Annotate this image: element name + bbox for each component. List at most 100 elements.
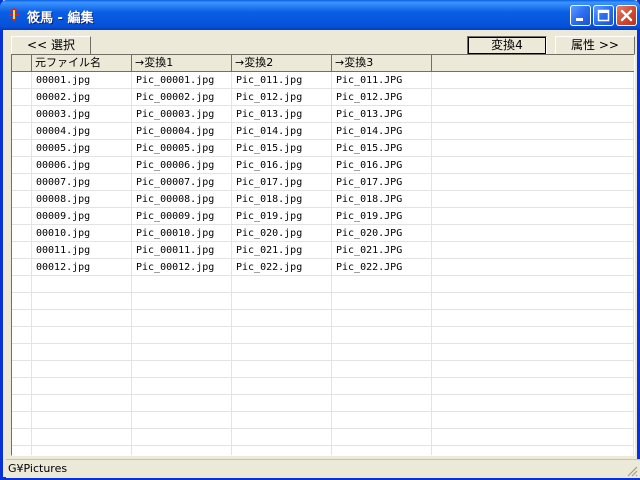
table-row[interactable] — [12, 446, 634, 455]
table-row[interactable]: 00005.jpg Pic_00005.jpg Pic_015.jpg Pic_015… — [12, 140, 634, 157]
table-cell[interactable]: Pic_00010.jpg — [132, 225, 232, 242]
title-bar[interactable]: 筱馬 - 編集 — [0, 0, 640, 30]
table-cell[interactable]: Pic_018.jpg — [232, 191, 332, 208]
table-cell[interactable]: 00003.jpg — [32, 106, 132, 123]
table-cell[interactable]: 00007.jpg — [32, 174, 132, 191]
table-row[interactable]: 00007.jpg Pic_00007.jpg Pic_017.jpg Pic_017… — [12, 174, 634, 191]
table-cell[interactable]: Pic_011.jpg — [232, 72, 332, 89]
table-row[interactable]: 00002.jpg Pic_00002.jpg Pic_012.jpg Pic_012… — [12, 89, 634, 106]
table-cell-empty[interactable] — [432, 446, 634, 455]
table-cell-empty[interactable] — [232, 310, 332, 327]
table-cell-empty[interactable] — [232, 412, 332, 429]
table-cell[interactable]: Pic_00003.jpg — [132, 106, 232, 123]
table-cell[interactable]: Pic_016.JPG — [332, 157, 432, 174]
table-cell-empty[interactable] — [332, 412, 432, 429]
table-cell-empty[interactable] — [132, 395, 232, 412]
table-cell[interactable]: Pic_00006.jpg — [132, 157, 232, 174]
table-row[interactable]: 00009.jpg Pic_00009.jpg Pic_019.jpg Pic_019… — [12, 208, 634, 225]
table-row[interactable] — [12, 310, 634, 327]
column-header-original-name[interactable]: 元ファイル名 — [32, 55, 132, 71]
table-cell[interactable]: Pic_018.JPG — [332, 191, 432, 208]
table-cell-empty[interactable] — [232, 378, 332, 395]
table-cell[interactable]: Pic_011.JPG — [332, 72, 432, 89]
table-cell[interactable]: Pic_00012.jpg — [132, 259, 232, 276]
table-cell-empty[interactable] — [432, 208, 634, 225]
table-cell[interactable]: Pic_00001.jpg — [132, 72, 232, 89]
table-cell[interactable]: Pic_014.JPG — [332, 123, 432, 140]
table-cell[interactable]: Pic_013.JPG — [332, 106, 432, 123]
table-cell-empty[interactable] — [432, 327, 634, 344]
table-row[interactable]: 00006.jpg Pic_00006.jpg Pic_016.jpg Pic_016… — [12, 157, 634, 174]
table-row[interactable]: 00004.jpg Pic_00004.jpg Pic_014.jpg Pic_014… — [12, 123, 634, 140]
table-cell-empty[interactable] — [232, 344, 332, 361]
table-cell[interactable]: Pic_022.jpg — [232, 259, 332, 276]
table-cell-empty[interactable] — [432, 276, 634, 293]
table-cell[interactable]: 00002.jpg — [32, 89, 132, 106]
table-cell-empty[interactable] — [432, 106, 634, 123]
table-row[interactable] — [12, 293, 634, 310]
column-header-convert2[interactable]: →変換2 — [232, 55, 332, 71]
table-row[interactable] — [12, 395, 634, 412]
table-cell-empty[interactable] — [132, 276, 232, 293]
table-row[interactable] — [12, 361, 634, 378]
table-row[interactable] — [12, 378, 634, 395]
table-cell-empty[interactable] — [432, 412, 634, 429]
table-cell[interactable]: 00012.jpg — [32, 259, 132, 276]
table-cell[interactable]: Pic_014.jpg — [232, 123, 332, 140]
table-cell-empty[interactable] — [32, 276, 132, 293]
table-cell-empty[interactable] — [332, 361, 432, 378]
table-cell-empty[interactable] — [232, 361, 332, 378]
table-cell-empty[interactable] — [32, 412, 132, 429]
table-cell[interactable]: 00008.jpg — [32, 191, 132, 208]
table-row[interactable]: 00012.jpg Pic_00012.jpg Pic_022.jpg Pic_022… — [12, 259, 634, 276]
table-cell-empty[interactable] — [332, 429, 432, 446]
minimize-button[interactable] — [570, 5, 591, 26]
maximize-button[interactable] — [593, 5, 614, 26]
table-row[interactable]: 00011.jpg Pic_00011.jpg Pic_021.jpg Pic_021… — [12, 242, 634, 259]
table-cell-empty[interactable] — [32, 395, 132, 412]
table-row[interactable] — [12, 412, 634, 429]
table-cell-empty[interactable] — [432, 72, 634, 89]
table-cell[interactable]: Pic_019.JPG — [332, 208, 432, 225]
table-cell[interactable]: 00004.jpg — [32, 123, 132, 140]
table-cell[interactable]: 00011.jpg — [32, 242, 132, 259]
table-cell[interactable]: Pic_015.jpg — [232, 140, 332, 157]
table-cell-empty[interactable] — [132, 412, 232, 429]
table-row[interactable] — [12, 276, 634, 293]
table-cell-empty[interactable] — [132, 327, 232, 344]
table-cell[interactable]: Pic_017.JPG — [332, 174, 432, 191]
table-cell[interactable]: 00001.jpg — [32, 72, 132, 89]
table-cell-empty[interactable] — [332, 395, 432, 412]
table-cell-empty[interactable] — [432, 140, 634, 157]
table-cell-empty[interactable] — [332, 446, 432, 455]
table-cell-empty[interactable] — [432, 361, 634, 378]
table-cell-empty[interactable] — [132, 446, 232, 455]
table-cell[interactable]: Pic_00011.jpg — [132, 242, 232, 259]
table-cell[interactable]: Pic_00002.jpg — [132, 89, 232, 106]
table-cell-empty[interactable] — [432, 242, 634, 259]
table-cell-empty[interactable] — [432, 259, 634, 276]
column-header-convert1[interactable]: →変換1 — [132, 55, 232, 71]
table-row[interactable]: 00001.jpg Pic_00001.jpg Pic_011.jpg Pic_011… — [12, 72, 634, 89]
table-cell-empty[interactable] — [32, 310, 132, 327]
table-cell-empty[interactable] — [432, 395, 634, 412]
table-cell[interactable]: Pic_013.jpg — [232, 106, 332, 123]
table-row[interactable]: 00003.jpg Pic_00003.jpg Pic_013.jpg Pic_013… — [12, 106, 634, 123]
table-cell[interactable]: Pic_021.JPG — [332, 242, 432, 259]
table-cell[interactable]: Pic_012.JPG — [332, 89, 432, 106]
table-cell-empty[interactable] — [432, 378, 634, 395]
table-cell-empty[interactable] — [332, 378, 432, 395]
table-cell-empty[interactable] — [332, 293, 432, 310]
table-cell-empty[interactable] — [432, 89, 634, 106]
table-row[interactable] — [12, 344, 634, 361]
table-cell[interactable]: Pic_00007.jpg — [132, 174, 232, 191]
table-cell[interactable]: Pic_00009.jpg — [132, 208, 232, 225]
table-cell-empty[interactable] — [132, 361, 232, 378]
table-cell-empty[interactable] — [32, 378, 132, 395]
table-cell[interactable]: Pic_022.JPG — [332, 259, 432, 276]
convert4-button[interactable]: 変換4 — [467, 36, 547, 55]
table-cell-empty[interactable] — [232, 293, 332, 310]
table-cell-empty[interactable] — [232, 446, 332, 455]
table-cell-empty[interactable] — [332, 327, 432, 344]
table-cell-empty[interactable] — [132, 310, 232, 327]
